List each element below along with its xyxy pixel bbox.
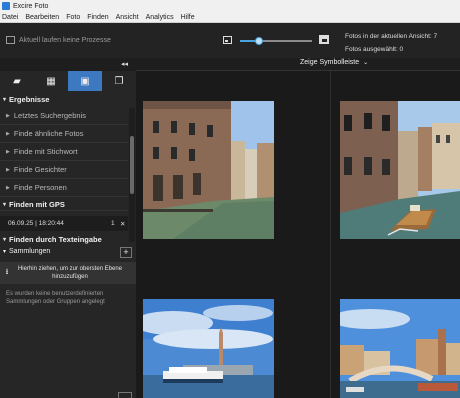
venice-lagoon-photo bbox=[143, 299, 274, 398]
menu-analytics[interactable]: Analytics bbox=[146, 14, 174, 21]
expand-arrow-icon: ▶ bbox=[6, 148, 10, 155]
collapse-arrow-icon: ▾ bbox=[3, 97, 7, 103]
panel-tabs: ▰ ▦ ▣ ❐ bbox=[0, 71, 136, 91]
folder-icon: ▰ bbox=[13, 75, 21, 87]
sidebar-item-last-search[interactable]: ▶ Letztes Suchergebnis bbox=[0, 107, 128, 125]
window-title: Excire Foto bbox=[13, 2, 49, 10]
gps-header-label: Finden mit GPS bbox=[9, 199, 65, 209]
menu-datei[interactable]: Datei bbox=[2, 14, 18, 21]
add-collection-button[interactable]: + bbox=[120, 247, 132, 258]
thumbnail-large-icon[interactable] bbox=[319, 35, 329, 44]
thumbnail-size-slider[interactable] bbox=[240, 37, 312, 45]
tab-folders[interactable]: ▰ bbox=[0, 71, 34, 91]
expand-arrow-icon: ▶ bbox=[6, 112, 10, 119]
photo-thumbnail[interactable] bbox=[340, 101, 460, 239]
sidebar-item-similar-photos[interactable]: ▶ Finde ähnliche Fotos bbox=[0, 125, 128, 143]
sidebar-item-label: Finde mit Stichwort bbox=[13, 147, 78, 156]
collection-drop-zone[interactable]: ⭳ Hierhin ziehen, um zur obersten Ebene … bbox=[0, 262, 136, 284]
photo-thumbnail[interactable] bbox=[143, 299, 274, 398]
photo-counts: Fotos in der aktuellen Ansicht: 7 Fotos … bbox=[345, 30, 437, 56]
photos-selected: Fotos ausgewählt: 0 bbox=[345, 46, 404, 53]
venice-canal-boat-photo bbox=[340, 101, 460, 239]
venice-canal-photo bbox=[143, 101, 274, 239]
title-bar: Excire Foto bbox=[0, 0, 460, 12]
photo-grid bbox=[136, 71, 460, 398]
collapse-arrow-icon: ▾ bbox=[3, 249, 7, 255]
slider-handle[interactable] bbox=[254, 37, 263, 45]
sidebar-item-label: Finde Personen bbox=[13, 183, 67, 192]
download-icon: ⭳ bbox=[5, 267, 9, 276]
menu-bar: Datei Bearbeiten Foto Finden Ansicht Ana… bbox=[0, 12, 460, 23]
text-search-header-label: Finden durch Texteingabe bbox=[9, 235, 102, 244]
menu-foto[interactable]: Foto bbox=[66, 14, 80, 21]
close-icon[interactable]: ✕ bbox=[120, 220, 125, 228]
tab-people-calendar[interactable]: ▦ bbox=[34, 71, 68, 91]
drop-zone-text: Hierhin ziehen, um zur obersten Ebene hi… bbox=[17, 266, 123, 280]
show-toolbar-label: Zeige Symbolleiste bbox=[300, 59, 360, 66]
collections-icon: ❐ bbox=[114, 75, 124, 87]
menu-ansicht[interactable]: Ansicht bbox=[116, 14, 139, 21]
sidebar-item-faces[interactable]: ▶ Finde Gesichter bbox=[0, 161, 128, 179]
sidebar-item-label: Finde ähnliche Fotos bbox=[13, 129, 84, 138]
collapse-panel-button[interactable]: ◂◂ bbox=[121, 60, 128, 68]
menu-hilfe[interactable]: Hilfe bbox=[181, 14, 195, 21]
expand-arrow-icon: ▶ bbox=[6, 130, 10, 137]
app-logo-icon bbox=[2, 2, 10, 10]
results-header-label: Ergebnisse bbox=[9, 95, 50, 104]
panel-header bbox=[0, 58, 136, 71]
show-toolbar-button[interactable]: Zeige Symbolleiste ⌄ bbox=[300, 59, 368, 66]
thumbnail-small-icon[interactable] bbox=[223, 36, 232, 44]
collections-header-label: Sammlungen bbox=[9, 248, 51, 255]
expand-arrow-icon: ▶ bbox=[6, 166, 10, 173]
collapse-arrow-icon: ▾ bbox=[3, 237, 7, 243]
tab-search[interactable]: ▣ bbox=[68, 71, 102, 91]
collapse-arrow-icon: ▾ bbox=[3, 201, 7, 208]
sidebar-item-label: Finde Gesichter bbox=[13, 165, 67, 174]
sidebar-item-keyword[interactable]: ▶ Finde mit Stichwort bbox=[0, 143, 128, 161]
collections-section-header[interactable]: ▾ Sammlungen bbox=[0, 245, 136, 258]
sidebar-item-label: Letztes Suchergebnis bbox=[13, 111, 86, 120]
symbol-bar: Zeige Symbolleiste ⌄ bbox=[136, 58, 460, 71]
results-section-header[interactable]: ▾ Ergebnisse bbox=[0, 93, 136, 106]
grid-separator bbox=[330, 71, 331, 398]
toolbar: Aktuell laufen keine Prozesse Fotos in d… bbox=[0, 23, 460, 58]
photo-thumbnail[interactable] bbox=[340, 299, 460, 398]
scrollbar-thumb[interactable] bbox=[130, 136, 134, 194]
panel-bottom-button[interactable] bbox=[118, 392, 132, 398]
gps-result-row[interactable]: 06.09.25 | 18:20:44 1 ✕ bbox=[0, 216, 128, 231]
menu-bearbeiten[interactable]: Bearbeiten bbox=[25, 14, 59, 21]
venice-bridge-photo bbox=[340, 299, 460, 398]
collections-empty-note: Es wurden keine benutzerdefinierten Samm… bbox=[6, 291, 105, 305]
photos-in-view: Fotos in der aktuellen Ansicht: 7 bbox=[345, 33, 438, 40]
photo-thumbnail[interactable] bbox=[143, 101, 274, 239]
gps-result-count: 1 bbox=[111, 220, 115, 227]
sidebar-item-persons[interactable]: ▶ Finde Personen bbox=[0, 179, 128, 197]
process-status: Aktuell laufen keine Prozesse bbox=[6, 36, 111, 44]
people-calendar-icon: ▦ bbox=[46, 75, 56, 87]
gps-section-header[interactable]: ▾ Finden mit GPS bbox=[0, 198, 128, 211]
search-photo-icon: ▣ bbox=[80, 75, 90, 87]
process-status-text: Aktuell laufen keine Prozesse bbox=[19, 36, 111, 44]
chevron-down-icon: ⌄ bbox=[363, 60, 369, 66]
process-icon bbox=[6, 36, 15, 44]
menu-finden[interactable]: Finden bbox=[87, 14, 108, 21]
gps-result-date: 06.09.25 | 18:20:44 bbox=[8, 220, 64, 227]
sidebar-scrollbar[interactable] bbox=[129, 108, 135, 242]
tab-collections[interactable]: ❐ bbox=[102, 71, 136, 91]
expand-arrow-icon: ▶ bbox=[6, 184, 10, 191]
